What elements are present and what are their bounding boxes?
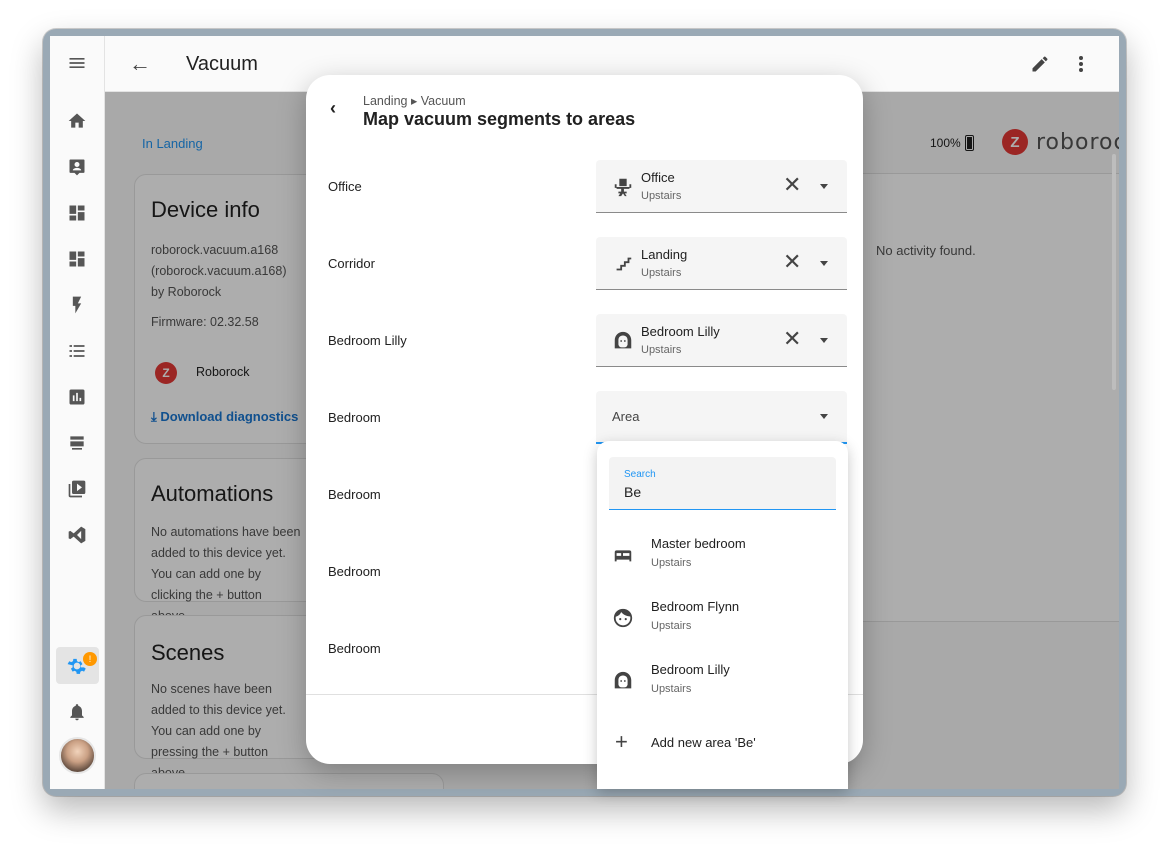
page-title: Vacuum [186, 53, 258, 75]
dialog-title: Map vacuum segments to areas [363, 109, 636, 129]
floor-name: Upstairs [641, 344, 682, 356]
page-scrollbar[interactable] [1112, 154, 1116, 390]
notification-badge: ! [83, 652, 97, 666]
area-picker-active[interactable]: Area [596, 391, 847, 444]
floor-name: Upstairs [641, 190, 682, 202]
todo-list-icon[interactable] [64, 338, 90, 364]
clear-icon[interactable]: ✕ [783, 173, 801, 197]
segment-label: Bedroom [328, 641, 381, 656]
media-icon[interactable] [64, 476, 90, 502]
option-floor: Upstairs [651, 557, 692, 569]
segment-label: Office [328, 179, 362, 194]
dashboard-alt-icon[interactable] [64, 246, 90, 272]
clear-icon[interactable]: ✕ [783, 327, 801, 351]
dropdown-caret-icon[interactable] [820, 414, 828, 419]
area-option[interactable]: Bedroom Flynn Upstairs [597, 587, 848, 649]
dialog-breadcrumb: Landing ▸ Vacuum [363, 94, 466, 108]
segment-label: Bedroom [328, 564, 381, 579]
search-value: Be [624, 484, 642, 500]
vscode-icon[interactable] [64, 522, 90, 548]
add-new-area-label: Add new area 'Be' [651, 735, 756, 750]
flash-icon[interactable] [64, 292, 90, 318]
bell-icon[interactable] [64, 699, 90, 725]
option-name: Master bedroom [651, 536, 746, 551]
area-picker[interactable]: Office Upstairs ✕ [596, 160, 847, 213]
area-name: Bedroom Lilly [641, 324, 720, 339]
option-name: Bedroom Flynn [651, 599, 740, 614]
option-name: Bedroom Lilly [651, 662, 730, 677]
segment-label: Bedroom [328, 487, 381, 502]
back-arrow-icon[interactable]: ← [129, 52, 151, 76]
account-box-icon[interactable] [64, 154, 90, 180]
sidebar: ! [50, 36, 105, 789]
dialog-back-icon[interactable]: ‹ [330, 98, 336, 119]
clear-icon[interactable]: ✕ [783, 250, 801, 274]
area-placeholder: Area [612, 409, 640, 424]
dashboard-icon[interactable] [64, 200, 90, 226]
area-dropdown-list: Search Be Master bedroom Upstairs Bedroo… [597, 441, 848, 789]
area-option[interactable]: Master bedroom Upstairs [597, 524, 848, 586]
plus-icon: + [615, 729, 628, 754]
search-input[interactable]: Search Be [609, 457, 836, 510]
floor-name: Upstairs [641, 267, 682, 279]
stairs-icon [612, 253, 634, 275]
segment-label: Corridor [328, 256, 375, 271]
history-chart-icon[interactable] [64, 384, 90, 410]
face-woman-icon [612, 670, 634, 692]
dropdown-caret-icon[interactable] [820, 338, 828, 343]
segment-label: Bedroom Lilly [328, 333, 407, 348]
area-name: Office [641, 170, 675, 185]
user-avatar[interactable] [59, 737, 96, 774]
edit-pencil-icon[interactable] [1030, 54, 1050, 74]
search-label: Search [624, 469, 656, 480]
area-name: Landing [641, 247, 688, 262]
hacs-icon[interactable] [64, 430, 90, 456]
option-floor: Upstairs [651, 620, 692, 632]
menu-icon[interactable] [64, 50, 90, 76]
area-picker[interactable]: Bedroom Lilly Upstairs ✕ [596, 314, 847, 367]
add-new-area-option[interactable]: + Add new area 'Be' [597, 724, 848, 762]
overflow-menu-icon[interactable] [1077, 54, 1085, 74]
option-floor: Upstairs [651, 683, 692, 695]
area-picker[interactable]: Landing Upstairs ✕ [596, 237, 847, 290]
bed-icon [612, 544, 634, 566]
home-icon[interactable] [64, 108, 90, 134]
face-man-icon [612, 607, 634, 629]
dropdown-caret-icon[interactable] [820, 184, 828, 189]
segment-label: Bedroom [328, 410, 381, 425]
area-option[interactable]: Bedroom Lilly Upstairs [597, 650, 848, 712]
office-chair-icon [612, 176, 634, 198]
dropdown-caret-icon[interactable] [820, 261, 828, 266]
face-woman-icon [612, 330, 634, 352]
